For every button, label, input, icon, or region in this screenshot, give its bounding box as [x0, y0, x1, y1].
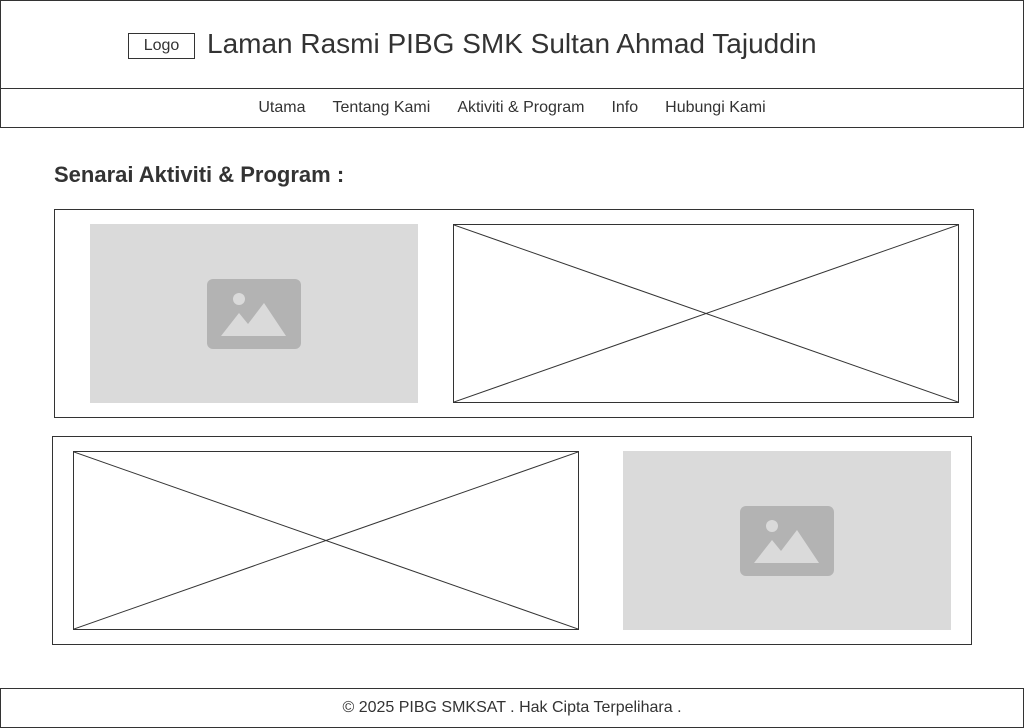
site-header: Logo Laman Rasmi PIBG SMK Sultan Ahmad T… [0, 0, 1024, 89]
cross-placeholder-icon [454, 225, 958, 402]
activity-card-row [54, 209, 974, 418]
image-placeholder [623, 451, 951, 630]
media-placeholder [453, 224, 959, 403]
nav-item-info[interactable]: Info [598, 89, 652, 127]
logo[interactable]: Logo [128, 33, 195, 59]
image-icon [207, 278, 301, 349]
main-nav: Utama Tentang Kami Aktiviti & Program In… [0, 88, 1024, 128]
activity-card-row [52, 436, 972, 645]
cross-placeholder-icon [74, 452, 578, 629]
image-placeholder [90, 224, 418, 403]
site-title: Laman Rasmi PIBG SMK Sultan Ahmad Tajudd… [207, 28, 817, 59]
site-footer: © 2025 PIBG SMKSAT . Hak Cipta Terpeliha… [0, 688, 1024, 728]
nav-item-tentang-kami[interactable]: Tentang Kami [319, 89, 444, 127]
media-placeholder [73, 451, 579, 630]
image-icon [740, 505, 834, 576]
nav-item-utama[interactable]: Utama [245, 89, 319, 127]
page: Logo Laman Rasmi PIBG SMK Sultan Ahmad T… [0, 0, 1024, 728]
nav-item-hubungi-kami[interactable]: Hubungi Kami [652, 89, 780, 127]
section-heading: Senarai Aktiviti & Program : [54, 162, 345, 187]
nav-item-aktiviti-program[interactable]: Aktiviti & Program [444, 89, 598, 127]
